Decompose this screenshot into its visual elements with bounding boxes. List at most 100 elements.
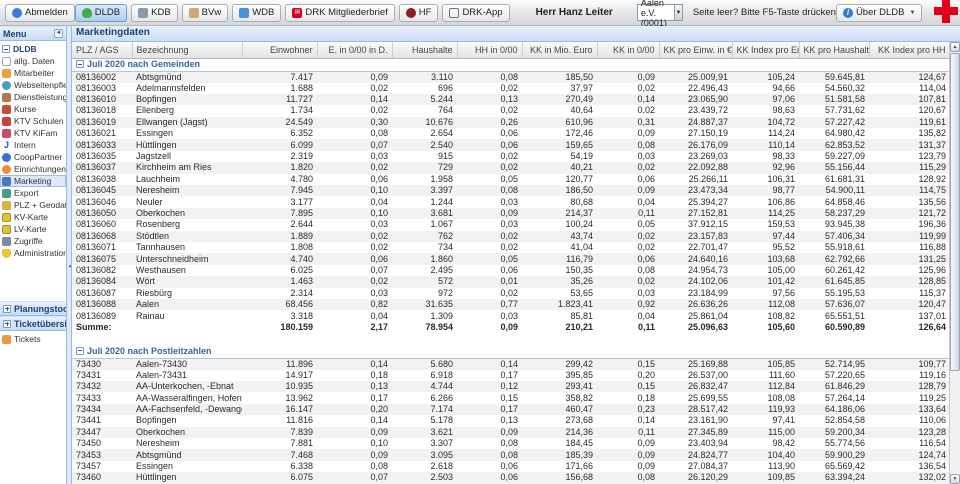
table-row[interactable]: 08136010Bopfingen11.7270,145.2440,13270,… xyxy=(72,94,950,105)
table-row[interactable]: 08136087Riesbürg2.3140,039720,0253,650,0… xyxy=(72,288,950,299)
app-button-hf[interactable]: HF xyxy=(399,4,439,22)
table-row[interactable]: 08136071Tannhausen1.8080,027340,0241,040… xyxy=(72,242,950,253)
marketing-data-grid: PLZ / AGS Bezeichnung Einwohner E. in 0/… xyxy=(72,42,951,484)
table-row[interactable]: 08136068Stödtlen1.8890,027620,0243,740,0… xyxy=(72,231,950,242)
group-header-row[interactable]: Juli 2020 nach Postleitzahlen xyxy=(72,345,950,358)
column-header[interactable]: Haushalte xyxy=(392,42,457,58)
table-row[interactable]: 08136003Adelmannsfelden1.6880,026960,023… xyxy=(72,83,950,94)
column-header[interactable]: KK in 0/00 xyxy=(597,42,659,58)
table-row[interactable]: 08136046Neuler3.1770,041.2440,0380,680,0… xyxy=(72,196,950,207)
table-row[interactable]: 73447Oberkochen7.8390,093.6210,09214,360… xyxy=(72,427,950,438)
app-button-wdb[interactable]: WDB xyxy=(232,4,281,22)
drk-mitgliederbrief-icon: ✉ xyxy=(292,8,302,18)
table-row[interactable]: 08136002Abtsgmünd7.4170,093.1100,08185,5… xyxy=(72,71,950,83)
table-row[interactable]: 08136045Neresheim7.9450,103.3970,08186,5… xyxy=(72,185,950,196)
group-collapse-icon[interactable] xyxy=(76,60,84,68)
table-row[interactable]: 73432AA-Unterkochen, -Ebnat10.9350,134.7… xyxy=(72,381,950,392)
group-header-row[interactable]: Juli 2020 nach Gemeinden xyxy=(72,58,950,71)
table-row[interactable]: 73430Aalen-7343011.8960,145.6800,14299,4… xyxy=(72,358,950,370)
tree-collapse-icon[interactable] xyxy=(2,45,10,53)
sidebar-item-zugriffe[interactable]: Zugriffe xyxy=(0,235,66,247)
sidebar-item-mitarbeiter[interactable]: Mitarbeiter xyxy=(0,67,66,79)
table-row[interactable]: 08136018Ellenberg1.7340,027640,0240,640,… xyxy=(72,105,950,116)
sidebar: Menu ◄ DLDB allg. DatenMitarbeiterWebsei… xyxy=(0,26,67,484)
table-row[interactable]: 08136050Oberkochen7.8950,103.6810,09214,… xyxy=(72,208,950,219)
about-dldb-button[interactable]: i Über DLDB ▼ xyxy=(836,4,923,22)
column-header[interactable]: KK Index pro Einw. xyxy=(732,42,799,58)
collapse-sidebar-icon[interactable]: ◄ xyxy=(54,29,63,38)
sidebar-item-dienstleistungen[interactable]: Dienstleistungen xyxy=(0,91,66,103)
sidebar-item-intern[interactable]: JIntern xyxy=(0,139,66,151)
scroll-up-icon[interactable]: ▲ xyxy=(950,42,960,52)
table-row[interactable]: 73441Bopfingen11.8160,145.1780,13273,680… xyxy=(72,415,950,426)
table-row[interactable]: 08136060Rosenberg2.6440,031.0670,03100,2… xyxy=(72,219,950,230)
sidebar-item-ktv-schulen[interactable]: KTV Schulen xyxy=(0,115,66,127)
table-row[interactable]: 08136088Aalen68.4560,8231.6350,771.823,4… xyxy=(72,299,950,310)
sidebar-item-lv-karte[interactable]: LV-Karte xyxy=(0,223,66,235)
vertical-scrollbar[interactable]: ▲ ▼ xyxy=(949,42,960,484)
app-button-kdb[interactable]: KDB xyxy=(131,4,178,22)
sidebar-item-einrichtungen[interactable]: Einrichtungen u. G. xyxy=(0,163,66,175)
sidebar-item-kv-karte[interactable]: KV-Karte xyxy=(0,211,66,223)
table-row[interactable]: 73433AA-Wasseralfingen, Hofen13.9620,176… xyxy=(72,392,950,403)
geodata-icon xyxy=(2,201,11,210)
column-header[interactable]: KK in Mio. Euro xyxy=(522,42,597,58)
sidebar-item-marketing[interactable]: Marketing xyxy=(0,175,66,187)
sidebar-item-ktv-kifam[interactable]: KTV KiFam xyxy=(0,127,66,139)
group-title: Juli 2020 nach Postleitzahlen xyxy=(87,346,212,356)
org-select[interactable]: Aalen e.V. (0001) ▼ xyxy=(637,4,683,21)
sidebar-item-dldb-root[interactable]: DLDB xyxy=(0,43,66,55)
sidebar-item-tickets[interactable]: Tickets xyxy=(0,333,66,345)
app-button-bvw[interactable]: BVw xyxy=(182,4,229,22)
table-row[interactable]: 08136019Ellwangen (Jagst)24.5490,3010.67… xyxy=(72,117,950,128)
table-row[interactable]: 08136075Unterschneidheim4.7400,061.8600,… xyxy=(72,253,950,264)
column-header[interactable]: PLZ / AGS xyxy=(72,42,132,58)
table-row[interactable]: 08136038Lauchheim4.7800,061.9580,05120,7… xyxy=(72,174,950,185)
sidebar-item-plz-geodaten[interactable]: PLZ + Geodaten xyxy=(0,199,66,211)
table-row[interactable]: 08136084Wört1.4630,025720,0135,260,0224.… xyxy=(72,276,950,287)
table-row[interactable]: 73434AA-Fachsenfeld, -Dewangen16.1470,20… xyxy=(72,404,950,415)
section-planungstools[interactable]: Planungstools xyxy=(0,301,66,316)
column-header[interactable]: KK pro Einw. in € xyxy=(659,42,732,58)
column-header[interactable]: KK pro Haushalt in € xyxy=(799,42,869,58)
menu-panel-header[interactable]: Menu ◄ xyxy=(0,26,66,41)
table-row[interactable]: 73450Neresheim7.8810,103.3070,08184,450,… xyxy=(72,438,950,449)
select-arrow-icon[interactable]: ▼ xyxy=(674,5,682,20)
sidebar-item-kurse[interactable]: Kurse xyxy=(0,103,66,115)
ticket-icon xyxy=(2,335,11,344)
section-ticketuebersicht[interactable]: Ticketübersicht xyxy=(0,316,66,331)
column-header[interactable]: KK Index pro HH xyxy=(869,42,950,58)
app-button-drk-app[interactable]: DRK-App xyxy=(442,4,509,22)
sidebar-item-webseitenpflege[interactable]: Webseitenpflege xyxy=(0,79,66,91)
drk-logo: Deutsches Rotes Kreuz xyxy=(934,0,960,26)
table-row[interactable]: 08136021Essingen6.3520,082.6540,06172,46… xyxy=(72,128,950,139)
column-header[interactable]: Bezeichnung xyxy=(132,42,242,58)
sidebar-item-allg-daten[interactable]: allg. Daten xyxy=(0,55,66,67)
app-button-drk-mitgliederbrief[interactable]: ✉DRK Mitgliederbrief xyxy=(285,4,394,22)
column-header[interactable]: HH in 0/00 xyxy=(457,42,522,58)
sidebar-item-export[interactable]: Export xyxy=(0,187,66,199)
expand-icon[interactable] xyxy=(3,320,11,328)
column-header[interactable]: E. in 0/00 in D. xyxy=(317,42,392,58)
app-button-dldb[interactable]: DLDB xyxy=(75,4,127,22)
logout-button[interactable]: Abmelden xyxy=(5,4,75,22)
table-row[interactable]: 73453Abtsgmünd7.4680,093.0950,08185,390,… xyxy=(72,449,950,460)
scrollbar-thumb[interactable] xyxy=(950,53,960,371)
group-collapse-icon[interactable] xyxy=(76,347,84,355)
table-row[interactable]: 73431Aalen-7343114.9170,186.9180,17395,8… xyxy=(72,370,950,381)
sidebar-item-administration[interactable]: Administration xyxy=(0,247,66,259)
expand-icon[interactable] xyxy=(3,305,11,313)
table-row[interactable]: 08136089Rainau3.3180,041.3090,0385,810,0… xyxy=(72,310,950,321)
marketing-icon xyxy=(2,177,11,186)
info-icon: i xyxy=(843,8,853,18)
scroll-down-icon[interactable]: ▼ xyxy=(950,474,960,484)
course-icon xyxy=(2,105,11,114)
table-row[interactable]: 73457Essingen6.3380,082.6180,06171,660,0… xyxy=(72,461,950,472)
table-row[interactable]: 08136033Hüttlingen6.0990,072.5400,06159,… xyxy=(72,139,950,150)
sidebar-item-cooppartner[interactable]: CoopPartner xyxy=(0,151,66,163)
table-row[interactable]: 08136037Kirchheim am Ries1.8200,027290,0… xyxy=(72,162,950,173)
table-row[interactable]: 73460Hüttlingen6.0750,072.5030,06156,680… xyxy=(72,472,950,483)
column-header[interactable]: Einwohner xyxy=(242,42,317,58)
table-row[interactable]: 08136035Jagstzell2.3190,039150,0254,190,… xyxy=(72,151,950,162)
table-row[interactable]: 08136082Westhausen6.0250,072.4950,06150,… xyxy=(72,265,950,276)
